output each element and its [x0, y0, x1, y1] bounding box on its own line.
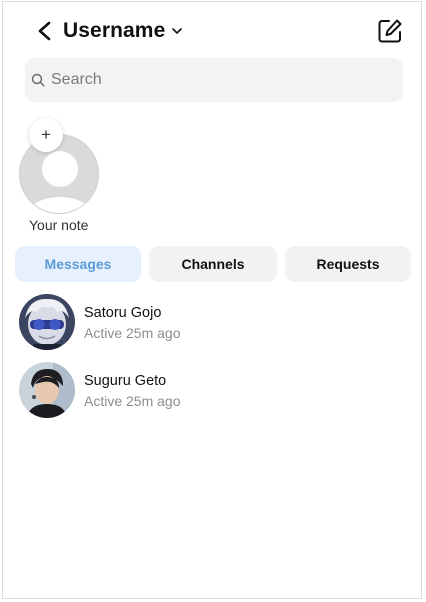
default-avatar-icon — [28, 151, 92, 213]
back-button[interactable] — [35, 20, 55, 42]
contact-name: Satoru Gojo — [84, 305, 162, 321]
avatar-image — [19, 362, 75, 418]
header: Username — [3, 2, 421, 60]
note-avatar — [19, 134, 99, 214]
activity-status: Active 25m ago — [84, 325, 181, 341]
add-note-button[interactable]: + — [29, 118, 63, 152]
avatar — [19, 294, 75, 350]
contact-name: Suguru Geto — [84, 373, 167, 389]
compose-button[interactable] — [377, 18, 403, 44]
tab-messages[interactable]: Messages — [15, 246, 141, 282]
note-label: Your note — [29, 217, 89, 233]
chevron-down-icon — [172, 28, 183, 34]
account-switcher[interactable]: Username — [63, 19, 183, 43]
activity-status: Active 25m ago — [84, 393, 181, 409]
conversation-item[interactable]: Satoru Gojo Active 25m ago — [3, 292, 421, 360]
search-bar[interactable] — [25, 58, 403, 102]
username-label: Username — [63, 19, 166, 42]
conversation-item[interactable]: Suguru Geto Active 25m ago — [3, 360, 421, 428]
tab-requests[interactable]: Requests — [285, 246, 411, 282]
search-icon — [31, 73, 45, 87]
tab-channels[interactable]: Channels — [149, 246, 277, 282]
messages-panel: Username + Your note — [2, 1, 422, 599]
avatar-image — [19, 294, 75, 350]
avatar — [19, 362, 75, 418]
plus-icon: + — [41, 125, 51, 144]
compose-icon — [378, 19, 402, 43]
your-note[interactable]: + Your note — [19, 118, 103, 238]
chevron-left-icon — [38, 21, 51, 41]
conversation-list: Satoru Gojo Active 25m ago Suguru Geto A… — [3, 292, 421, 428]
tab-bar: Messages Channels Requests — [15, 246, 411, 282]
search-input[interactable] — [49, 70, 373, 90]
